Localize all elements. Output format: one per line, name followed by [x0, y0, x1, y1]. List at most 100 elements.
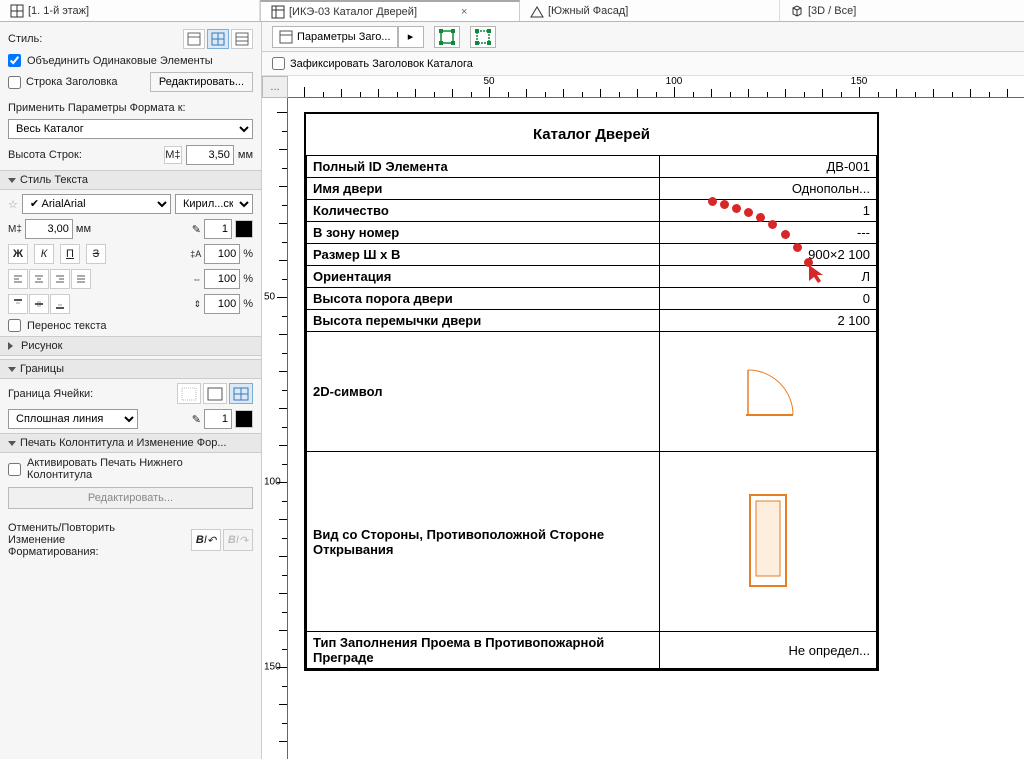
wrap-label: Перенос текста: [27, 320, 107, 332]
tab-label: [ИКЭ-03 Каталог Дверей]: [289, 6, 417, 18]
table-row-label: Высота перемычки двери: [307, 310, 660, 332]
align-right-button[interactable]: [50, 269, 70, 289]
pen-icon: ✎: [192, 223, 201, 236]
table-row-value: Однопольн...: [660, 178, 877, 200]
acc-borders[interactable]: Границы: [0, 359, 261, 379]
row-2d-label: 2D-символ: [307, 332, 660, 452]
merge-label: Объединить Одинаковые Элементы: [27, 55, 213, 67]
border-none-button[interactable]: [177, 383, 201, 404]
canvas[interactable]: Каталог Дверей Полный ID ЭлементаДВ-001И…: [288, 98, 1024, 759]
undo-label: Отменить/Повторить Изменение Форматирова…: [8, 522, 158, 558]
document-tabs: [1. 1-й этаж] [ИКЭ-03 Каталог Дверей] × …: [0, 0, 1024, 22]
valign-top-button[interactable]: [8, 294, 28, 314]
apply-label: Применить Параметры Формата к:: [8, 102, 186, 114]
header-row-label: Строка Заголовка: [26, 76, 118, 88]
style-grid-icon[interactable]: [207, 29, 229, 49]
favorite-icon[interactable]: ☆: [8, 198, 18, 211]
select-header-dashed-button[interactable]: [470, 26, 496, 48]
header-params-button[interactable]: Параметры Заго...: [272, 26, 398, 48]
header-params-dropdown[interactable]: ▸: [398, 26, 424, 48]
style-label: Стиль:: [8, 33, 42, 45]
style-compact-icon[interactable]: [183, 29, 205, 49]
toolbar: Параметры Заго... ▸: [262, 22, 1024, 52]
ruler-horizontal: 50100150200: [288, 76, 1024, 98]
table-row-label: В зону номер: [307, 222, 660, 244]
header-row-checkbox[interactable]: [8, 76, 21, 89]
ruler-vertical: 50100150200: [262, 98, 288, 759]
table-row-label: Имя двери: [307, 178, 660, 200]
catalog-title: Каталог Дверей: [306, 114, 877, 155]
tab-label: [Южный Фасад]: [548, 5, 628, 17]
lock-header-checkbox[interactable]: [272, 57, 285, 70]
table-row-value: ДВ-001: [660, 156, 877, 178]
acc-image[interactable]: Рисунок: [0, 336, 261, 356]
bold-button[interactable]: Ж: [8, 244, 28, 264]
table-row-label: Количество: [307, 200, 660, 222]
underline-button[interactable]: П: [60, 244, 80, 264]
apply-select[interactable]: Весь Каталог: [8, 119, 253, 139]
align-center-button[interactable]: [29, 269, 49, 289]
footer-label: Активировать Печать Нижнего Колонтитула: [27, 457, 227, 481]
tab-floorplan[interactable]: [1. 1-й этаж]: [0, 0, 260, 21]
border-outer-button[interactable]: [203, 383, 227, 404]
line-spacing-input[interactable]: [204, 294, 240, 314]
table-row-value: 2 100: [660, 310, 877, 332]
acc-text-style[interactable]: Стиль Текста: [0, 170, 261, 190]
table-row-value: 1: [660, 200, 877, 222]
cube-icon: [790, 4, 804, 18]
font-select[interactable]: ✔ ArialArial: [22, 194, 171, 214]
valign-bottom-button[interactable]: [50, 294, 70, 314]
lock-header-label: Зафиксировать Заголовок Каталога: [290, 58, 473, 70]
table-row-value: 900×2 100: [660, 244, 877, 266]
row-height-input[interactable]: [186, 145, 234, 165]
table-row-label: Ориентация: [307, 266, 660, 288]
cell-border-label: Граница Ячейки:: [8, 388, 93, 400]
border-all-button[interactable]: [229, 383, 253, 404]
h-align-group: [8, 269, 91, 289]
italic-button[interactable]: К: [34, 244, 54, 264]
footer-edit-button: Редактировать...: [8, 487, 253, 509]
row-view-label: Вид со Стороны, Противоположной Стороне …: [307, 452, 660, 632]
cursor-icon: [807, 263, 829, 285]
undo-button[interactable]: BI↶: [191, 529, 221, 551]
catalog-sheet: Каталог Дверей Полный ID ЭлементаДВ-001И…: [304, 112, 879, 671]
pen-icon: ✎: [192, 413, 201, 426]
tab-elevation[interactable]: [Южный Фасад]: [520, 0, 780, 21]
redo-button: BI↷: [223, 529, 253, 551]
acc-footer[interactable]: Печать Колонтитула и Изменение Фор...: [0, 433, 261, 453]
border-pen-color[interactable]: [235, 410, 253, 428]
wrap-checkbox[interactable]: [8, 319, 21, 332]
plan-icon: [10, 4, 24, 18]
char-spacing-input[interactable]: [204, 244, 240, 264]
width-input[interactable]: [204, 269, 240, 289]
align-left-button[interactable]: [8, 269, 28, 289]
pen-color-icon[interactable]: [235, 220, 253, 238]
ruler-options-button[interactable]: ...: [262, 76, 288, 98]
encoding-select[interactable]: Кирил...ский: [175, 194, 253, 214]
align-justify-button[interactable]: [71, 269, 91, 289]
merge-checkbox[interactable]: [8, 54, 21, 67]
select-header-button[interactable]: [434, 26, 460, 48]
tab-label: [1. 1-й этаж]: [28, 5, 89, 17]
text-height-icon: М‡: [8, 224, 22, 235]
v-align-group: [8, 294, 70, 314]
table-row-label: Высота порога двери: [307, 288, 660, 310]
footer-checkbox[interactable]: [8, 463, 21, 476]
tab-3d[interactable]: [3D / Все]: [780, 0, 1024, 21]
sidebar: Стиль: Объединить Одинаковые Элементы Ст…: [0, 22, 262, 759]
pen-input[interactable]: [204, 219, 232, 239]
line-spacing-icon: ⇕: [194, 299, 202, 310]
table-row-value: 0: [660, 288, 877, 310]
close-icon[interactable]: ×: [461, 6, 467, 18]
style-list-icon[interactable]: [231, 29, 253, 49]
schedule-icon: [271, 5, 285, 19]
valign-middle-button[interactable]: [29, 294, 49, 314]
height-mode-icon[interactable]: М‡: [164, 146, 182, 164]
edit-header-button[interactable]: Редактировать...: [150, 72, 253, 92]
font-size-input[interactable]: [25, 219, 73, 239]
char-spacing-icon: ‡A: [190, 249, 201, 259]
strike-button[interactable]: З: [86, 244, 106, 264]
border-pen-input[interactable]: [204, 409, 232, 429]
tab-catalog[interactable]: [ИКЭ-03 Каталог Дверей] ×: [260, 0, 520, 21]
line-type-select[interactable]: Сплошная линия: [8, 409, 138, 429]
